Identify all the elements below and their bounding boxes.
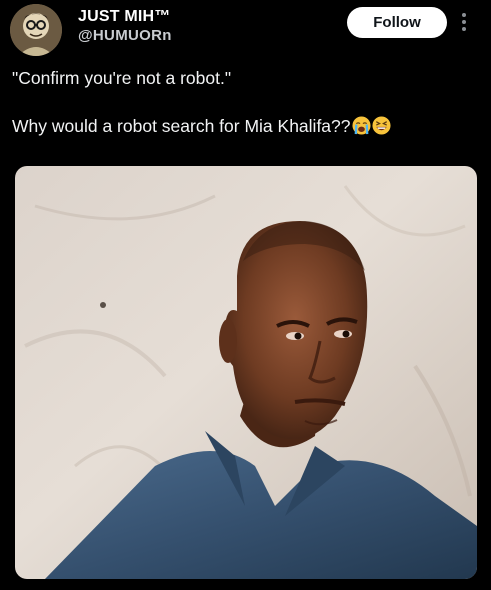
tweet-text: "Confirm you're not a robot." Why would … <box>12 66 482 138</box>
more-options-icon[interactable] <box>458 10 470 34</box>
tweet-text-line-2: Why would a robot search for Mia Khalifa… <box>12 114 482 138</box>
avatar[interactable] <box>10 4 62 56</box>
grinning-squinting-face-emoji <box>371 116 391 135</box>
author-identity[interactable]: JUST MIH™ @HUMUORn <box>78 7 172 45</box>
author-handle[interactable]: @HUMUORn <box>78 27 172 45</box>
tweet-card: JUST MIH™ @HUMUORn Follow "Confirm you'r… <box>0 0 491 590</box>
author-display-name[interactable]: JUST MIH™ <box>78 7 172 27</box>
tweet-text-line-2-text: Why would a robot search for Mia Khalifa… <box>12 116 351 136</box>
follow-button[interactable]: Follow <box>347 7 447 38</box>
avatar-image <box>10 4 62 56</box>
tweet-media-photo[interactable] <box>15 166 477 579</box>
photo-of-man-looking-sideways <box>15 166 477 579</box>
tweet-text-line-1: "Confirm you're not a robot." <box>12 68 232 88</box>
loudly-crying-face-emoji <box>351 116 371 135</box>
